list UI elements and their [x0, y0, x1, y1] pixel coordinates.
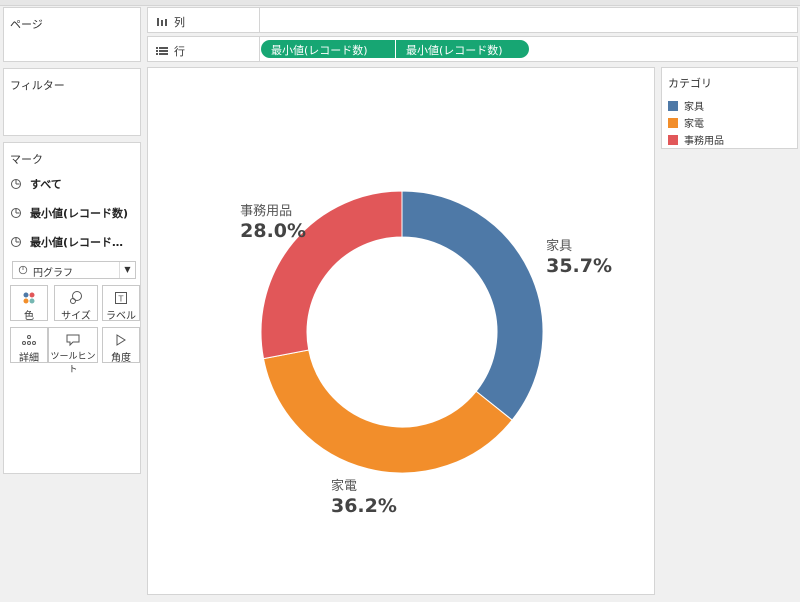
legend-swatch: [668, 117, 678, 128]
svg-text:T: T: [118, 295, 124, 304]
angle-icon: [103, 331, 139, 349]
slice-value-label: 28.0%: [240, 220, 306, 242]
detail-icon: [11, 331, 47, 349]
chart-view: 家具 35.7% 家電 36.2% 事務用品 28.0%: [147, 67, 655, 595]
color-button[interactable]: 色: [10, 285, 48, 322]
angle-button[interactable]: 角度: [102, 327, 140, 364]
slice-category-label: 家電: [331, 478, 357, 494]
marks-panel: マーク すべて 最小値(レコード数) 最小値(レコード… 円グラフ ▼ 色 サイ…: [3, 142, 141, 474]
row-pill-measure-1[interactable]: 最小値(レコード数): [261, 40, 395, 58]
color-dots-icon: [11, 289, 47, 307]
marks-row-label: 最小値(レコード…: [30, 236, 124, 249]
marks-row-label: 最小値(レコード数): [30, 207, 129, 220]
slice-category-label: 事務用品: [240, 204, 292, 219]
legend-item-appliances[interactable]: 家電: [668, 115, 704, 130]
filters-panel: フィルター: [3, 68, 141, 136]
size-button-label: サイズ: [61, 311, 91, 322]
legend-item-label: 家具: [684, 102, 704, 113]
top-toolbar-strip: [0, 0, 800, 6]
marks-title: マーク: [10, 153, 43, 166]
chevron-down-icon: ▼: [119, 262, 135, 278]
legend-item-furniture[interactable]: 家具: [668, 98, 704, 113]
row-pill-measure-2[interactable]: 最小値(レコード数): [396, 40, 529, 58]
mark-type-dropdown[interactable]: 円グラフ ▼: [12, 261, 136, 279]
size-icon: [55, 289, 97, 307]
pie-icon: [11, 237, 21, 247]
donut-chart: 家具35.7% 家電36.2% 事務用品28.0%: [240, 190, 612, 517]
rows-shelf-label: 行: [174, 45, 185, 58]
columns-shelf[interactable]: 列: [147, 7, 798, 33]
mark-type-value: 円グラフ: [33, 268, 73, 279]
donut-slice-appliances[interactable]: [262, 349, 513, 474]
columns-shelf-label: 列: [174, 16, 185, 29]
slice-category-label: 家具: [546, 238, 572, 254]
legend-item-office-supplies[interactable]: 事務用品: [668, 132, 724, 147]
marks-row-measure-1[interactable]: 最小値(レコード数): [10, 200, 128, 226]
marks-row-label: すべて: [30, 178, 62, 191]
angle-button-label: 角度: [111, 353, 131, 364]
legend-title: カテゴリ: [668, 77, 712, 90]
slice-value-label: 36.2%: [331, 495, 397, 517]
pages-panel: ページ: [3, 7, 141, 62]
legend-item-label: 事務用品: [684, 136, 724, 147]
columns-icon: [157, 18, 167, 26]
label-button-label: ラベル: [106, 311, 136, 322]
size-button[interactable]: サイズ: [54, 285, 98, 322]
pie-icon: [11, 208, 21, 218]
shelf-divider: [259, 37, 260, 61]
donut-slice-furniture[interactable]: [401, 190, 544, 421]
tooltip-button-label: ツールヒント: [50, 352, 96, 375]
pie-icon: [18, 265, 28, 275]
color-button-label: 色: [24, 311, 34, 322]
slice-value-label: 35.7%: [546, 255, 612, 277]
legend-swatch: [668, 134, 678, 145]
marks-row-all[interactable]: すべて: [10, 171, 62, 197]
label-icon: T: [103, 289, 139, 307]
tooltip-icon: [49, 331, 97, 349]
detail-button[interactable]: 詳細: [10, 327, 48, 364]
label-button[interactable]: T ラベル: [102, 285, 140, 322]
slice-label-group: 家電36.2%: [331, 478, 397, 517]
marks-row-measure-2[interactable]: 最小値(レコード…: [10, 229, 123, 255]
tooltip-button[interactable]: ツールヒント: [48, 327, 98, 375]
legend-item-label: 家電: [684, 119, 704, 130]
pages-title: ページ: [10, 18, 43, 31]
rows-shelf[interactable]: 行 最小値(レコード数) 最小値(レコード数): [147, 36, 798, 62]
slice-label-group: 事務用品28.0%: [240, 204, 306, 242]
legend-panel: カテゴリ 家具 家電 事務用品: [661, 67, 798, 149]
slice-label-group: 家具35.7%: [546, 238, 612, 277]
pie-icon: [11, 179, 21, 189]
rows-icon: [156, 47, 168, 55]
filters-title: フィルター: [10, 79, 65, 92]
shelf-divider: [259, 8, 260, 32]
detail-button-label: 詳細: [19, 353, 39, 364]
legend-swatch: [668, 100, 678, 111]
